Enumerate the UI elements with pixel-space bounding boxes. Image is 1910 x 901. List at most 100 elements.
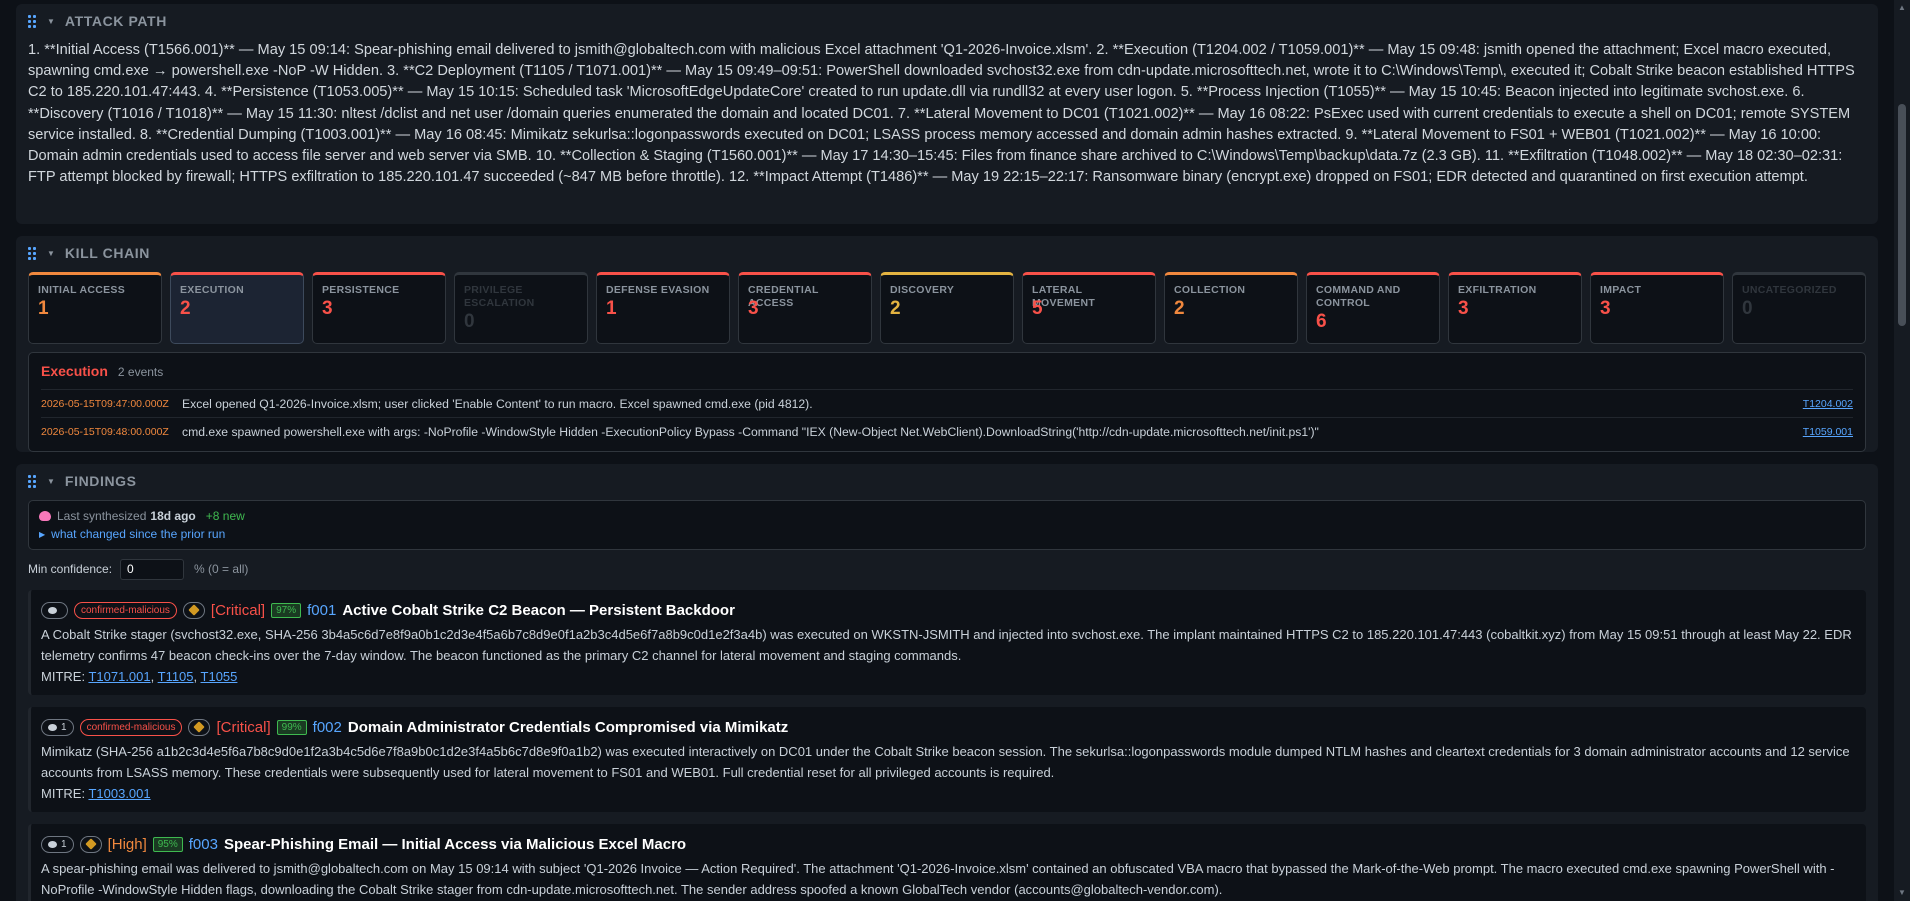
stage-detail: Execution 2 events 2026-05-15T09:47:00.0…	[28, 352, 1866, 452]
comment-icon	[48, 723, 57, 731]
edit-button[interactable]	[182, 601, 205, 619]
kill-chain-stage-initial-access[interactable]: Initial Access 1	[28, 272, 162, 344]
scroll-up-icon[interactable]: ▲	[1894, 0, 1910, 16]
stage-name: Lateral Movement	[1032, 284, 1096, 309]
stage-name: Collection	[1174, 284, 1246, 296]
page-scrollbar[interactable]: ▲ ▼	[1894, 0, 1910, 901]
event-technique-link[interactable]: T1059.001	[1803, 426, 1853, 438]
stage-name: Discovery	[890, 284, 955, 296]
stage-count: 2	[890, 298, 901, 319]
stage-name: Execution	[180, 284, 244, 296]
synthesis-age: 18d ago	[150, 509, 196, 523]
collapse-caret-icon[interactable]: ▼	[47, 477, 55, 486]
pencil-icon	[193, 721, 206, 733]
confidence-filter-hint: % (0 = all)	[194, 562, 249, 576]
mitre-technique-link[interactable]: T1003.001	[88, 786, 150, 801]
edit-button[interactable]	[188, 718, 211, 736]
confidence-badge: 97%	[271, 602, 302, 618]
brain-icon	[39, 511, 51, 521]
stage-count: 6	[1316, 311, 1327, 332]
drag-handle-icon[interactable]	[28, 475, 38, 488]
kill-chain-stage-privilege-escalation[interactable]: Privilege Escalation 0	[454, 272, 588, 344]
stage-detail-count: 2 events	[117, 365, 164, 379]
attack-path-panel: ▼ ATTACK PATH 1. **Initial Access (T1566…	[16, 4, 1878, 224]
panel-title: KILL CHAIN	[64, 245, 150, 261]
mitre-technique-link[interactable]: T1071.001	[88, 669, 150, 684]
confidence-badge: 99%	[276, 719, 307, 735]
stage-name: Initial Access	[38, 284, 126, 296]
confidence-filter-label: Min confidence:	[28, 562, 113, 576]
event-row: 2026-05-15T09:48:00.000Z cmd.exe spawned…	[41, 417, 1853, 445]
stage-count: 0	[1742, 298, 1753, 319]
stage-count: 3	[322, 298, 333, 319]
verdict-badge[interactable]: confirmed-malicious	[74, 601, 177, 619]
min-confidence-input[interactable]	[120, 558, 185, 580]
finding-title: Domain Administrator Credentials Comprom…	[347, 718, 789, 736]
drag-handle-icon[interactable]	[28, 247, 38, 260]
scroll-thumb[interactable]	[1898, 104, 1906, 326]
findings-header[interactable]: ▼ FINDINGS	[16, 464, 1878, 498]
kill-chain-stage-uncategorized[interactable]: Uncategorized 0	[1732, 272, 1866, 344]
finding-body: A spear-phishing email was delivered to …	[41, 861, 1835, 897]
verdict-badge[interactable]: confirmed-malicious	[79, 718, 183, 736]
finding-card: confirmed-malicious [Critical] 97% f001 …	[28, 590, 1866, 695]
event-technique-link[interactable]: T1204.002	[1803, 398, 1853, 410]
stage-count: 2	[180, 298, 191, 319]
kill-chain-stage-credential-access[interactable]: Credential Access 3	[738, 272, 872, 344]
finding-id[interactable]: f001	[307, 602, 336, 619]
finding-id[interactable]: f002	[313, 719, 342, 736]
kill-chain-stage-defense-evasion[interactable]: Defense Evasion 1	[596, 272, 730, 344]
comment-button[interactable]: 1	[41, 835, 74, 853]
kill-chain-stage-discovery[interactable]: Discovery 2	[880, 272, 1014, 344]
kill-chain-header[interactable]: ▼ KILL CHAIN	[16, 236, 1878, 270]
finding-card: 1 confirmed-malicious [Critical] 99% f00…	[28, 707, 1866, 812]
attack-path-header[interactable]: ▼ ATTACK PATH	[16, 4, 1878, 38]
kill-chain-stage-collection[interactable]: Collection 2	[1164, 272, 1298, 344]
stage-count: 2	[1174, 298, 1185, 319]
confidence-filter: Min confidence: % (0 = all)	[28, 558, 1866, 580]
collapse-caret-icon[interactable]: ▼	[47, 17, 55, 26]
mitre-techniques: MITRE: T1071.001, T1105, T1055	[41, 669, 238, 684]
kill-chain-stage-lateral-movement[interactable]: Lateral Movement 5	[1022, 272, 1156, 344]
kill-chain-stage-impact[interactable]: Impact 3	[1590, 272, 1724, 344]
finding-body: Mimikatz (SHA-256 a1b2c3d4e5f6a7b8c9d0e1…	[41, 744, 1850, 780]
severity-label: [Critical]	[216, 718, 271, 736]
event-description: Excel opened Q1-2026-Invoice.xlsm; user …	[182, 396, 813, 411]
finding-id[interactable]: f003	[189, 836, 218, 853]
event-row: 2026-05-15T09:47:00.000Z Excel opened Q1…	[41, 389, 1853, 417]
stage-count: 3	[1600, 298, 1611, 319]
severity-label: [High]	[107, 835, 147, 853]
kill-chain-stage-execution[interactable]: Execution 2	[170, 272, 304, 344]
comment-icon	[48, 840, 57, 848]
changes-toggle[interactable]: ▶ what changed since the prior run	[39, 525, 1855, 543]
comment-button[interactable]	[41, 601, 68, 619]
mitre-label: MITRE:	[41, 669, 86, 684]
stage-name: Credential Access	[748, 284, 819, 309]
drag-handle-icon[interactable]	[28, 15, 38, 28]
event-time: 2026-05-15T09:47:00.000Z	[41, 397, 169, 410]
stage-name: Exfiltration	[1458, 284, 1537, 296]
edit-button[interactable]	[79, 835, 102, 853]
comment-button[interactable]: 1	[41, 718, 74, 736]
comment-count: 1	[61, 838, 67, 850]
panel-title: FINDINGS	[64, 473, 137, 489]
mitre-techniques: MITRE: T1003.001	[41, 783, 1852, 804]
scroll-down-icon[interactable]: ▼	[1894, 885, 1910, 901]
collapse-caret-icon[interactable]: ▼	[47, 249, 55, 258]
kill-chain-stage-persistence[interactable]: Persistence 3	[312, 272, 446, 344]
kill-chain-stage-exfiltration[interactable]: Exfiltration 3	[1448, 272, 1582, 344]
changes-toggle-label: what changed since the prior run	[51, 527, 226, 541]
stage-count: 3	[1458, 298, 1469, 319]
new-findings-count: +8 new	[205, 509, 245, 523]
finding-title: Spear-Phishing Email — Initial Access vi…	[223, 835, 687, 853]
synthesis-prefix: Last synthesized	[57, 509, 147, 523]
severity-label: [Critical]	[210, 601, 266, 619]
stage-name: Persistence	[322, 284, 400, 296]
findings-panel: ▼ FINDINGS Last synthesized 18d ago +8 n…	[16, 464, 1878, 901]
mitre-label: MITRE:	[41, 786, 86, 801]
kill-chain-stage-command-and-control[interactable]: Command and Control 6	[1306, 272, 1440, 344]
report-page: ▼ ATTACK PATH 1. **Initial Access (T1566…	[0, 0, 1894, 901]
mitre-technique-link[interactable]: T1055	[201, 669, 238, 684]
mitre-technique-link[interactable]: T1105	[158, 669, 194, 684]
confidence-badge: 95%	[152, 836, 183, 852]
